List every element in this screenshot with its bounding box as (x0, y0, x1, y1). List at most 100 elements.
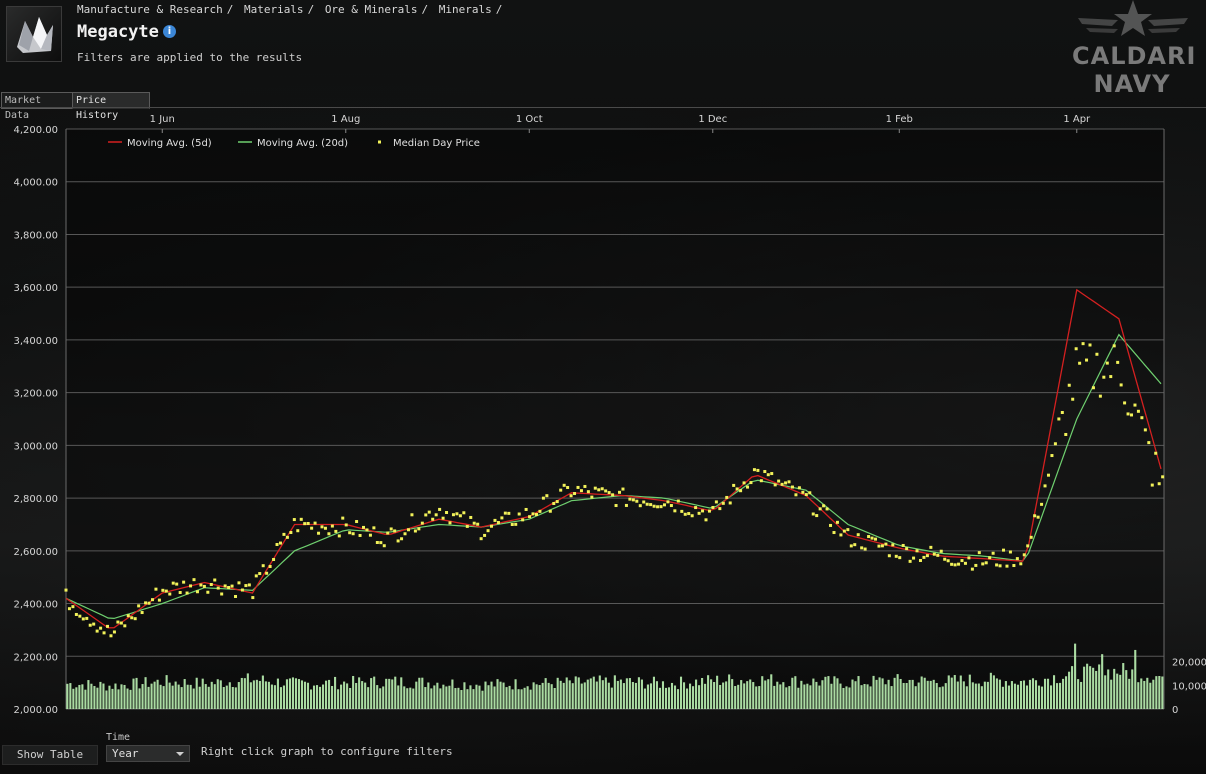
volume-bar (613, 675, 616, 709)
median-price-point (119, 621, 123, 625)
volume-bar (511, 689, 514, 709)
volume-bar (938, 687, 941, 709)
volume-bar (574, 676, 577, 709)
volume-bar (577, 677, 580, 709)
volume-bar (270, 684, 273, 709)
volume-bar (1140, 678, 1143, 709)
volume-bar (466, 689, 469, 709)
breadcrumb-item[interactable]: Manufacture & Research (77, 3, 223, 16)
megacyte-mineral-icon[interactable] (6, 6, 62, 62)
volume-bar (415, 681, 418, 709)
median-price-point (78, 614, 82, 618)
volume-bar (264, 681, 267, 709)
median-price-point (925, 554, 929, 558)
median-price-point (811, 512, 815, 516)
volume-bar (782, 682, 785, 709)
volume-bar (544, 678, 547, 709)
volume-bar (493, 686, 496, 709)
breadcrumb-item[interactable]: Ore & Minerals (325, 3, 418, 16)
median-price-point (829, 523, 833, 527)
volume-bar (297, 679, 301, 709)
median-price-point (822, 504, 826, 508)
median-price-point (538, 509, 542, 513)
volume-bar (382, 686, 385, 709)
median-price-point (71, 605, 75, 609)
median-price-point (1078, 361, 1082, 365)
show-table-button[interactable]: Show Table (2, 745, 98, 765)
info-icon[interactable]: i (163, 25, 176, 38)
median-price-point (628, 497, 632, 501)
volume-bar (962, 681, 965, 709)
median-price-point (1091, 386, 1095, 390)
plot-area (66, 129, 1164, 709)
median-price-point (528, 515, 532, 519)
median-price-point (746, 485, 750, 489)
median-price-point (659, 505, 663, 509)
volume-bar (875, 679, 878, 709)
median-price-point (472, 521, 476, 525)
median-price-point (74, 612, 78, 616)
median-price-point (220, 592, 224, 596)
breadcrumb-item[interactable]: Minerals (439, 3, 492, 16)
volume-bar (704, 683, 707, 709)
median-price-point (860, 546, 864, 550)
price-history-chart[interactable]: 4,200.00 4,000.00 3,800.00 3,600.00 3,400.00… (0, 108, 1206, 714)
median-price-point (396, 539, 400, 543)
median-price-point (171, 581, 175, 585)
volume-bar (685, 688, 689, 709)
volume-bar (734, 686, 737, 709)
volume-bar (1107, 669, 1110, 709)
volume-bar (418, 677, 421, 709)
volume-bar (267, 681, 270, 709)
volume-bar (183, 679, 186, 709)
median-price-point (85, 616, 89, 620)
volume-bar (758, 686, 761, 709)
median-price-point (1022, 553, 1026, 557)
median-price-point (905, 547, 909, 551)
median-price-point (531, 512, 535, 516)
median-price-point (1036, 515, 1040, 519)
volume-bar (517, 689, 520, 709)
median-price-point (355, 520, 359, 524)
volume-bar (358, 677, 361, 709)
volume-bar (628, 678, 631, 709)
volume-bar (496, 679, 499, 709)
y-tick-label: 2,600.00 (13, 547, 58, 558)
median-price-point (1057, 417, 1061, 421)
median-price-point (99, 626, 103, 630)
median-price-point (593, 486, 597, 490)
volume-bar (890, 686, 893, 709)
volume-bar (851, 679, 854, 709)
median-price-point (1053, 442, 1057, 446)
breadcrumb-item[interactable]: Materials (244, 3, 304, 16)
y-tick-label: 3,600.00 (13, 283, 58, 294)
volume-bar (568, 680, 571, 709)
volume-bar (974, 683, 977, 709)
median-price-point (680, 509, 684, 513)
volume-bar (884, 684, 887, 709)
median-price-point (1015, 557, 1019, 561)
median-price-point (313, 521, 317, 525)
volume-bar (553, 688, 556, 709)
volume-bar (1019, 680, 1023, 709)
median-price-point (362, 525, 366, 529)
median-price-point (780, 482, 784, 486)
volume-bar (1049, 685, 1053, 709)
median-price-point (465, 524, 469, 528)
median-price-point (358, 533, 362, 537)
volume-bar (1052, 675, 1056, 709)
volume-bar (1086, 663, 1089, 709)
volume-bar (872, 675, 875, 709)
volume-bar (667, 687, 671, 709)
median-price-point (718, 507, 722, 511)
median-price-point (1040, 502, 1044, 506)
volume-bar (640, 679, 643, 709)
median-price-point (375, 540, 379, 544)
volume-bar (743, 683, 746, 709)
median-price-point (832, 531, 836, 535)
median-price-point (669, 504, 673, 508)
median-price-point (1123, 401, 1127, 405)
median-price-point (106, 624, 110, 628)
time-range-select[interactable]: Year (106, 745, 190, 762)
median-price-point (334, 529, 338, 533)
